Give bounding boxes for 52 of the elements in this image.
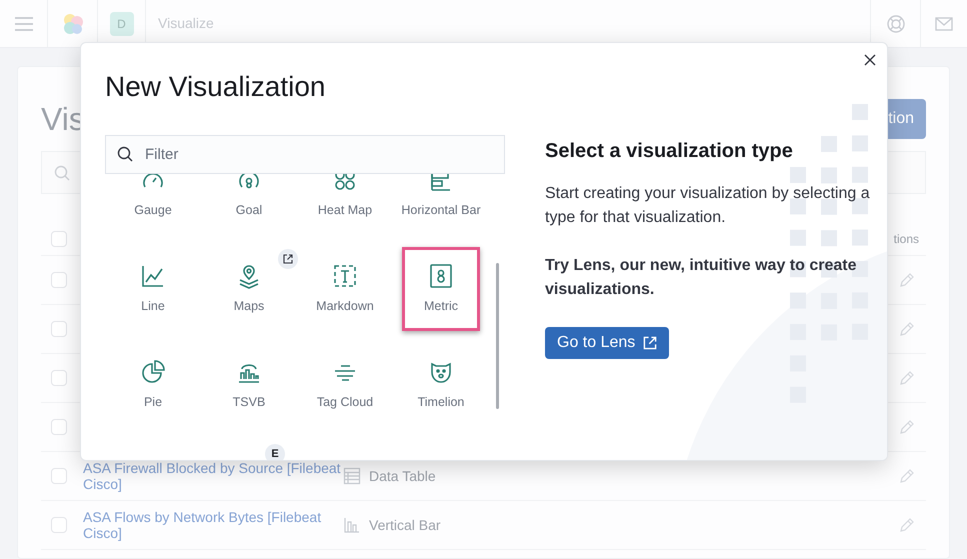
checkbox[interactable] bbox=[51, 419, 67, 435]
pencil-icon[interactable] bbox=[899, 517, 915, 533]
markdown-icon bbox=[332, 263, 358, 289]
pencil-icon[interactable] bbox=[899, 468, 915, 484]
help-icon[interactable] bbox=[886, 14, 904, 32]
section-heading: Select a visualization type bbox=[545, 139, 794, 163]
visualization-type: Data Table bbox=[369, 466, 436, 486]
table-icon bbox=[343, 467, 361, 485]
visualization-type-card[interactable]: Markdown bbox=[306, 247, 384, 331]
column-header: tions bbox=[894, 230, 920, 248]
visualization-type-card[interactable]: Pie bbox=[114, 343, 192, 427]
pencil-icon[interactable] bbox=[899, 272, 915, 288]
pencil-icon[interactable] bbox=[899, 370, 915, 386]
lens-pitch-text: Try Lens, our new, intuitive way to create visualizations. bbox=[545, 256, 858, 300]
checkbox[interactable] bbox=[51, 370, 67, 386]
visualization-type-card[interactable]: Maps bbox=[210, 247, 288, 331]
visualization-type: Vertical Bar bbox=[369, 516, 441, 534]
external-link-icon bbox=[643, 336, 658, 350]
search-icon bbox=[54, 164, 70, 180]
visualization-type-card[interactable]: Timelion bbox=[402, 343, 480, 427]
visualization-type-card[interactable]: Tag Cloud bbox=[306, 343, 384, 427]
mail-icon[interactable] bbox=[935, 16, 953, 30]
visualization-type-card[interactable]: Gauge bbox=[114, 174, 192, 235]
visualization-link[interactable]: ASA Flows by Network Bytes [Filebeat Cisco] bbox=[83, 509, 343, 541]
checkbox[interactable] bbox=[51, 272, 67, 288]
pencil-icon[interactable] bbox=[899, 419, 915, 435]
checkbox[interactable] bbox=[51, 517, 67, 533]
visualization-type-card[interactable]: Metric bbox=[402, 247, 480, 331]
close-button[interactable] bbox=[862, 52, 878, 68]
search-icon bbox=[117, 146, 133, 162]
filter-field[interactable]: Filter bbox=[105, 135, 505, 174]
dialog-title: New Visualization bbox=[105, 70, 326, 104]
scrollbar[interactable] bbox=[496, 263, 499, 409]
visualization-type-card[interactable]: Horizontal Bar bbox=[402, 174, 480, 235]
metric-icon bbox=[428, 263, 454, 289]
menu-icon[interactable] bbox=[14, 16, 32, 30]
bar-chart-icon bbox=[343, 516, 361, 534]
pencil-icon[interactable] bbox=[899, 321, 915, 337]
beta-badge: E bbox=[265, 444, 285, 460]
visualization-type-card[interactable]: Goal bbox=[210, 174, 288, 235]
pie-icon bbox=[140, 359, 166, 385]
visualization-link[interactable]: ASA Firewall Blocked by Source [Filebeat Cisco] bbox=[83, 460, 343, 492]
checkbox[interactable] bbox=[51, 321, 67, 337]
checkbox[interactable] bbox=[51, 230, 67, 246]
description-text: Start creating your visualization by selecting a type for that visualization. bbox=[545, 184, 870, 228]
visualization-type-card[interactable]: Line bbox=[114, 247, 192, 331]
visualization-type-card[interactable]: TSVB bbox=[210, 343, 288, 427]
line-icon bbox=[140, 263, 166, 289]
visualization-type-card[interactable]: Heat Map bbox=[306, 174, 384, 235]
checkbox[interactable] bbox=[51, 468, 67, 484]
close-icon bbox=[864, 54, 876, 66]
go-to-lens-button[interactable]: Go to Lens bbox=[545, 327, 670, 359]
